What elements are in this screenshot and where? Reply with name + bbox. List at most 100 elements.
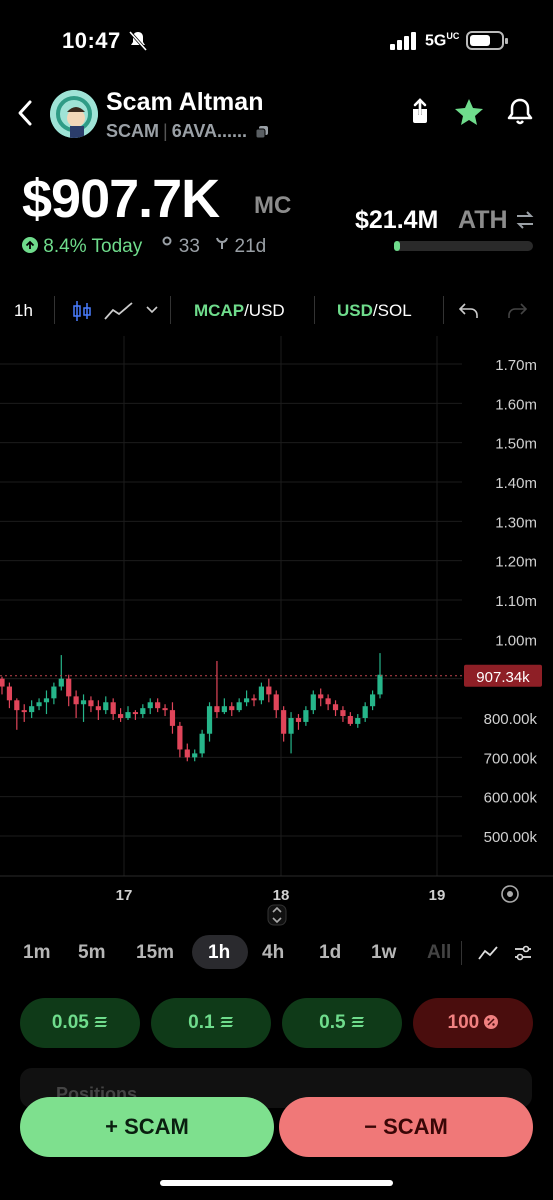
amount-preset-1[interactable]: 0.05 (20, 998, 140, 1048)
change-percent: 8.4% (43, 236, 87, 257)
sliders-icon[interactable] (514, 945, 532, 961)
tf-4h[interactable]: 4h (262, 942, 284, 964)
sprout-icon (216, 237, 229, 249)
arrow-up-circle-icon (22, 237, 38, 253)
ath-label: ATH (458, 206, 508, 234)
ath-value: $21.4M (355, 206, 439, 234)
chevron-down-icon[interactable] (146, 306, 158, 314)
line-chart-icon[interactable] (104, 301, 134, 321)
candle-body (177, 725, 183, 750)
tf-all[interactable]: All (427, 942, 451, 964)
token-avatar (50, 90, 98, 138)
candle-body (21, 710, 27, 713)
market-cap-label: MC (254, 192, 292, 219)
solana-icon (351, 1017, 364, 1027)
amount-preset-3[interactable]: 0.5 (282, 998, 402, 1048)
x-tick-label: 17 (116, 887, 133, 904)
candle-body (206, 706, 213, 734)
share-icon[interactable] (404, 96, 436, 128)
undo-icon[interactable] (459, 303, 479, 319)
back-icon[interactable] (14, 96, 40, 130)
y-tick-label: 1.00m (495, 632, 537, 649)
candle-body (80, 700, 87, 705)
y-tick-label: 800.00k (484, 711, 538, 728)
tf-15m[interactable]: 15m (136, 942, 174, 964)
currency-toggle[interactable]: USD/SOL (337, 301, 412, 321)
copy-icon[interactable] (255, 125, 269, 139)
change-period: Today (91, 236, 143, 257)
buy-button[interactable]: + SCAM (20, 1097, 274, 1157)
candlestick-chart[interactable]: 907.34k 1.70m 1.60m 1.50m 1.40m 1.30m 1.20m 1.… (0, 336, 553, 916)
amount-preset-percent[interactable]: 100 (413, 998, 533, 1048)
solana-icon (94, 1017, 108, 1027)
tf-1d[interactable]: 1d (319, 942, 341, 964)
y-tick-label: 700.00k (484, 750, 538, 767)
y-tick-label: 600.00k (484, 790, 538, 807)
y-tick-label: 1.40m (495, 475, 537, 492)
candle-body (318, 694, 324, 699)
network-type: 5GUC (425, 31, 460, 50)
y-tick-label: 500.00k (484, 829, 538, 846)
y-tick-label: 1.30m (495, 514, 537, 531)
tf-1h[interactable]: 1h (208, 942, 230, 964)
expand-handle-icon[interactable] (267, 904, 287, 926)
candle-body (377, 674, 383, 695)
swap-icon[interactable] (515, 211, 535, 229)
mcap-toggle[interactable]: MCAP/USD (194, 301, 285, 321)
candle-body (362, 706, 368, 718)
token-ticker: SCAM (106, 121, 159, 141)
candle-body (66, 678, 72, 697)
solana-icon (220, 1017, 233, 1027)
candle-body (258, 686, 265, 701)
status-bar: 10:47 5GUC (0, 0, 553, 80)
interval-button[interactable]: 1h (14, 301, 33, 321)
candle-body (14, 700, 20, 711)
candle-body (340, 710, 346, 717)
candle-body (43, 698, 50, 703)
candle-body (51, 686, 57, 699)
battery-icon (466, 31, 508, 50)
percent-icon (484, 1015, 499, 1029)
candle-body (355, 718, 361, 724)
candle-body (303, 710, 309, 722)
chart-toolbar: 1h MCAP/USD USD/SOL (0, 292, 553, 330)
token-name: Scam Altman (106, 88, 264, 116)
line-chart-toggle-icon[interactable] (478, 945, 498, 961)
candle-body (88, 700, 94, 707)
holders-count: 33 (178, 236, 200, 257)
candle-body (103, 702, 109, 711)
bell-icon[interactable] (504, 96, 536, 128)
home-indicator (160, 1180, 393, 1186)
tf-1w[interactable]: 1w (371, 942, 396, 964)
ath-progress-bar (394, 241, 533, 251)
price-chart[interactable]: 907.34k 1.70m 1.60m 1.50m 1.40m 1.30m 1.20m 1.… (0, 336, 553, 916)
candle-body (295, 718, 302, 722)
candle-body (214, 706, 220, 713)
star-icon[interactable] (453, 96, 485, 128)
tf-1m[interactable]: 1m (23, 942, 50, 964)
token-address[interactable]: 6AVA...... (172, 121, 247, 141)
candle-body (221, 706, 227, 713)
signal-icon (390, 32, 416, 50)
amount-preset-label: 0.5 (319, 1012, 346, 1033)
candlestick-icon[interactable] (72, 300, 92, 322)
candle-body (140, 708, 146, 715)
candle-body (110, 702, 116, 715)
candle-body (325, 698, 331, 705)
candle-body (273, 694, 279, 711)
x-tick-label: 18 (273, 887, 290, 904)
candle-body (162, 708, 168, 711)
market-cap-value: $907.7K (22, 169, 220, 229)
candle-body (192, 753, 198, 758)
amount-preset-2[interactable]: 0.1 (151, 998, 271, 1048)
candle-body (58, 678, 64, 687)
ath-progress-fill (394, 241, 400, 251)
tf-5m[interactable]: 5m (78, 942, 105, 964)
x-tick-label: 19 (429, 887, 446, 904)
candle-body (95, 706, 101, 711)
candle-body (125, 712, 131, 718)
redo-icon[interactable] (507, 303, 527, 319)
sell-button[interactable]: − SCAM (279, 1097, 533, 1157)
candle-body (6, 686, 13, 701)
holders-icon (162, 236, 172, 246)
